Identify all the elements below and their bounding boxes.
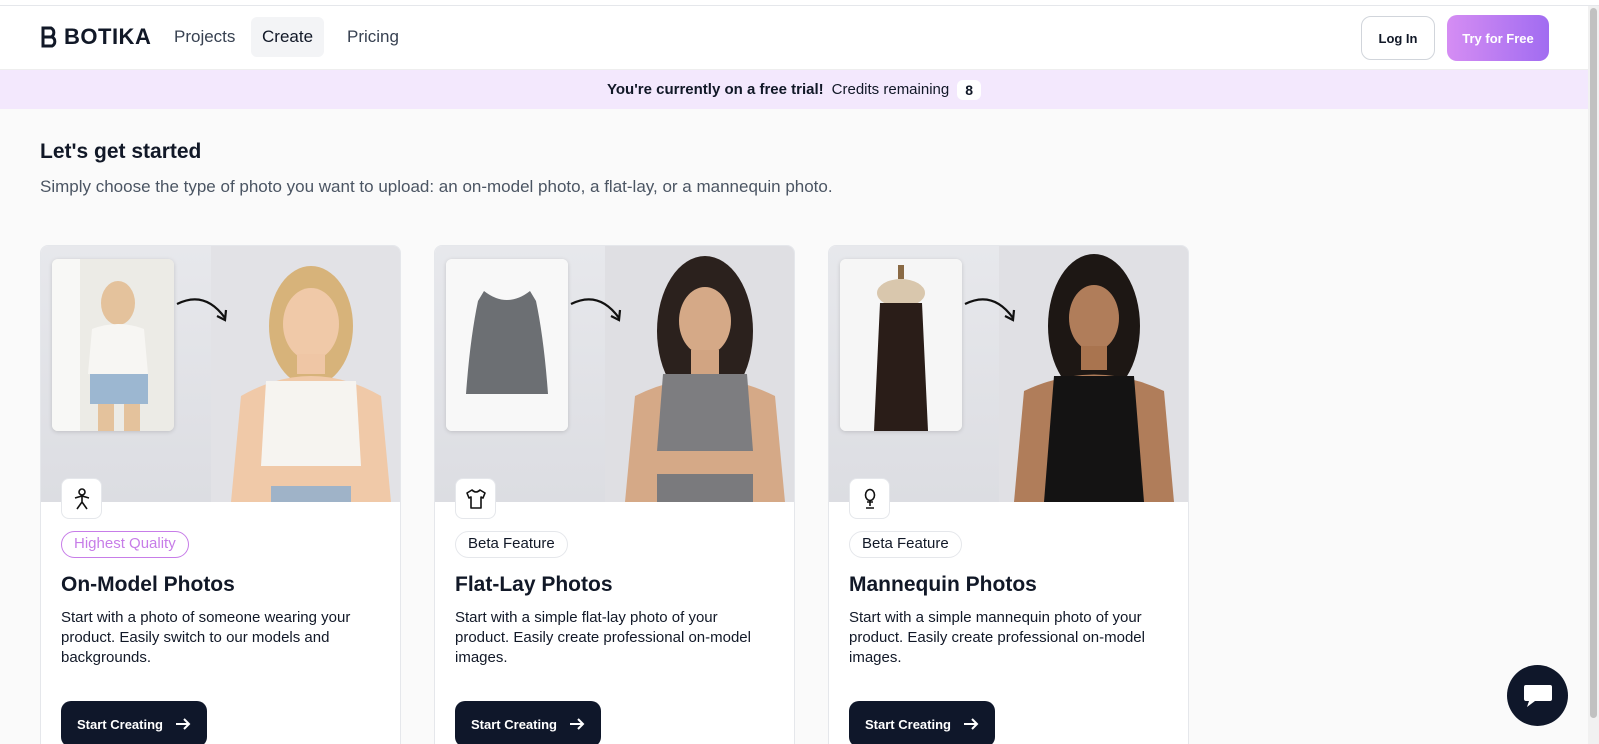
transform-arrow-icon bbox=[176, 298, 228, 322]
source-photo-thumbnail bbox=[840, 259, 962, 431]
source-photo-thumbnail bbox=[52, 259, 174, 431]
nav-link-pricing[interactable]: Pricing bbox=[336, 17, 410, 57]
button-label: Start Creating bbox=[471, 716, 557, 732]
credits-label: Credits remaining bbox=[831, 81, 950, 98]
person-icon bbox=[61, 478, 102, 519]
source-photo-thumbnail bbox=[446, 259, 568, 431]
button-label: Start Creating bbox=[865, 716, 951, 732]
vertical-scrollbar[interactable] bbox=[1588, 6, 1599, 744]
card-description: Start with a simple mannequin photo of y… bbox=[849, 609, 1145, 666]
mannequin-icon bbox=[849, 478, 890, 519]
mannequin-preview-image bbox=[829, 246, 1188, 502]
top-navbar: BOTIKA Projects Create Pricing Log In Tr… bbox=[0, 6, 1588, 70]
start-creating-button[interactable]: Start Creating bbox=[849, 701, 995, 744]
button-label: Start Creating bbox=[77, 716, 163, 732]
card-description: Start with a simple flat-lay photo of yo… bbox=[455, 609, 751, 666]
flat-lay-preview-image bbox=[435, 246, 794, 502]
logo[interactable]: BOTIKA bbox=[40, 24, 151, 50]
nav-link-create[interactable]: Create bbox=[251, 17, 325, 57]
start-creating-button[interactable]: Start Creating bbox=[61, 701, 207, 744]
model-figure-illustration bbox=[605, 246, 794, 502]
tshirt-icon bbox=[455, 478, 496, 519]
chat-widget-button[interactable] bbox=[1507, 665, 1568, 726]
card-title: On-Model Photos bbox=[61, 573, 235, 596]
trial-text: You're currently on a free trial! bbox=[606, 81, 824, 98]
scrollbar-thumb[interactable] bbox=[1590, 8, 1597, 718]
trial-banner: You're currently on a free trial! Credit… bbox=[0, 70, 1588, 109]
card-description: Start with a photo of someone wearing yo… bbox=[61, 609, 351, 666]
nav-link-projects[interactable]: Projects bbox=[163, 17, 246, 57]
mannequin-card[interactable]: Beta Feature Mannequin Photos Start with… bbox=[828, 245, 1189, 744]
model-figure-illustration bbox=[999, 246, 1188, 502]
card-title: Mannequin Photos bbox=[849, 573, 1037, 596]
login-button[interactable]: Log In bbox=[1361, 16, 1435, 60]
status-badge: Beta Feature bbox=[849, 531, 962, 558]
arrow-right-icon bbox=[963, 718, 979, 730]
try-for-free-button[interactable]: Try for Free bbox=[1447, 15, 1549, 61]
status-badge: Beta Feature bbox=[455, 531, 568, 558]
page-heading: Let's get started bbox=[40, 140, 202, 163]
on-model-preview-image bbox=[41, 246, 400, 502]
flat-lay-card[interactable]: Beta Feature Flat-Lay Photos Start with … bbox=[434, 245, 795, 744]
status-badge: Highest Quality bbox=[61, 531, 189, 558]
transform-arrow-icon bbox=[570, 298, 622, 322]
logo-mark-icon bbox=[41, 26, 57, 48]
arrow-right-icon bbox=[569, 718, 585, 730]
start-creating-button[interactable]: Start Creating bbox=[455, 701, 601, 744]
transform-arrow-icon bbox=[964, 298, 1016, 322]
card-title: Flat-Lay Photos bbox=[455, 573, 613, 596]
credits-count-badge: 8 bbox=[957, 79, 982, 100]
page-subheading: Simply choose the type of photo you want… bbox=[40, 177, 833, 196]
model-figure-illustration bbox=[211, 246, 400, 502]
logo-text: BOTIKA bbox=[64, 24, 152, 49]
on-model-card[interactable]: Highest Quality On-Model Photos Start wi… bbox=[40, 245, 401, 744]
chat-bubble-icon bbox=[1523, 684, 1552, 707]
arrow-right-icon bbox=[175, 718, 191, 730]
